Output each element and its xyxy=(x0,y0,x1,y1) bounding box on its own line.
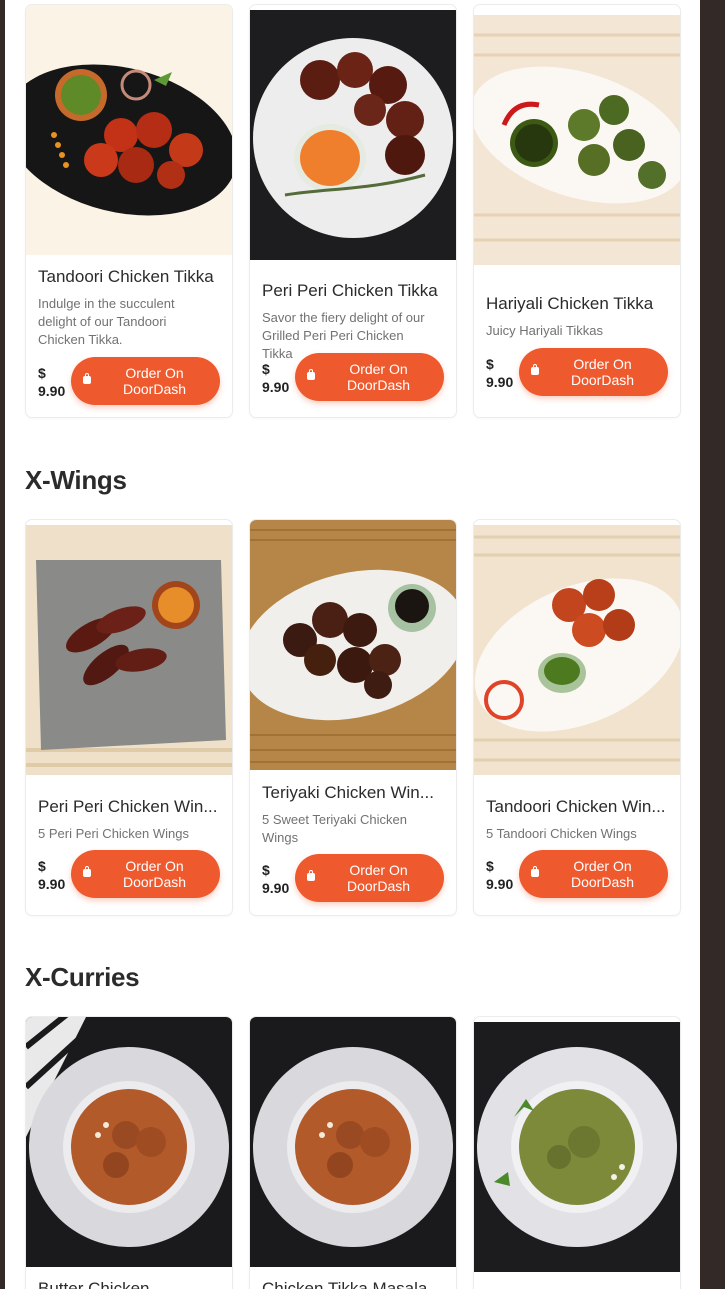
shopping-bag-icon xyxy=(531,866,539,877)
order-doordash-button[interactable]: Order On DoorDash xyxy=(519,850,668,898)
menu-card: Peri Peri Chicken Win... 5 Peri Peri Chi… xyxy=(25,519,233,916)
item-description: 5 Peri Peri Chicken Wings xyxy=(38,826,189,841)
item-name: Tandoori Chicken Tikka xyxy=(38,267,214,286)
menu-card: Chicken Tikka Masala xyxy=(249,1016,457,1289)
order-button-label: Order On DoorDash xyxy=(122,365,187,397)
order-button-label: Order On DoorDash xyxy=(570,858,635,890)
item-name: Butter Chicken xyxy=(38,1279,150,1289)
menu-card: Peri Peri Chicken Tikka Savor the fiery … xyxy=(249,4,457,418)
order-doordash-button[interactable]: Order On DoorDash xyxy=(295,353,444,401)
menu-card: Tandoori Chicken Win... 5 Tandoori Chick… xyxy=(473,519,681,916)
tikka-masala-photo xyxy=(250,1017,456,1267)
order-doordash-button[interactable]: Order On DoorDash xyxy=(71,357,220,405)
item-description: 5 Tandoori Chicken Wings xyxy=(486,826,637,841)
order-button-label: Order On DoorDash xyxy=(570,356,635,388)
item-price: $ 9.90 xyxy=(486,356,514,390)
item-price: $ 9.90 xyxy=(486,858,514,892)
menu-card: Hariyali Chicken Tikka Juicy Hariyali Ti… xyxy=(473,4,681,418)
order-doordash-button[interactable]: Order On DoorDash xyxy=(295,854,444,902)
section-title-curries: X-Curries xyxy=(25,962,140,992)
item-description: Indulge in the succulent delight of our … xyxy=(38,296,175,347)
section-title-wings: X-Wings xyxy=(25,465,127,495)
order-button-label: Order On DoorDash xyxy=(122,858,187,890)
menu-card: Teriyaki Chicken Win... 5 Sweet Teriyaki… xyxy=(249,519,457,916)
item-name: Tandoori Chicken Win... xyxy=(486,797,666,816)
menu-card xyxy=(473,1016,681,1289)
menu-card: Tandoori Chicken Tikka Indulge in the su… xyxy=(25,4,233,418)
tandoori-wings-photo xyxy=(474,525,680,775)
item-name: Peri Peri Chicken Tikka xyxy=(262,281,438,300)
shopping-bag-icon xyxy=(531,364,539,375)
green-curry-photo xyxy=(474,1022,680,1272)
item-name: Hariyali Chicken Tikka xyxy=(486,294,654,313)
shopping-bag-icon xyxy=(83,866,91,877)
item-name: Teriyaki Chicken Win... xyxy=(262,783,434,802)
item-name: Peri Peri Chicken Win... xyxy=(38,797,218,816)
item-description: Juicy Hariyali Tikkas xyxy=(486,323,604,338)
shopping-bag-icon xyxy=(83,373,91,384)
item-name: Chicken Tikka Masala xyxy=(262,1279,428,1289)
shopping-bag-icon xyxy=(307,870,315,881)
menu-page: Tandoori Chicken Tikka Indulge in the su… xyxy=(5,0,700,1289)
order-doordash-button[interactable]: Order On DoorDash xyxy=(519,348,668,396)
item-price: $ 9.90 xyxy=(38,365,66,399)
butter-chicken-photo xyxy=(26,1017,232,1267)
peri-peri-tikka-photo xyxy=(250,10,456,260)
teriyaki-wings-photo xyxy=(250,520,456,770)
shopping-bag-icon xyxy=(307,369,315,380)
hariyali-tikka-photo xyxy=(474,15,680,265)
right-frame-edge xyxy=(700,0,725,1289)
order-button-label: Order On DoorDash xyxy=(346,361,411,393)
tandoori-tikka-photo xyxy=(26,5,232,255)
item-price: $ 9.90 xyxy=(262,862,290,896)
menu-card: Butter Chicken xyxy=(25,1016,233,1289)
order-doordash-button[interactable]: Order On DoorDash xyxy=(71,850,220,898)
item-price: $ 9.90 xyxy=(262,361,290,395)
item-description: 5 Sweet Teriyaki Chicken Wings xyxy=(262,812,407,845)
item-price: $ 9.90 xyxy=(38,858,66,892)
order-button-label: Order On DoorDash xyxy=(346,862,411,894)
peri-peri-wings-photo xyxy=(26,525,232,775)
